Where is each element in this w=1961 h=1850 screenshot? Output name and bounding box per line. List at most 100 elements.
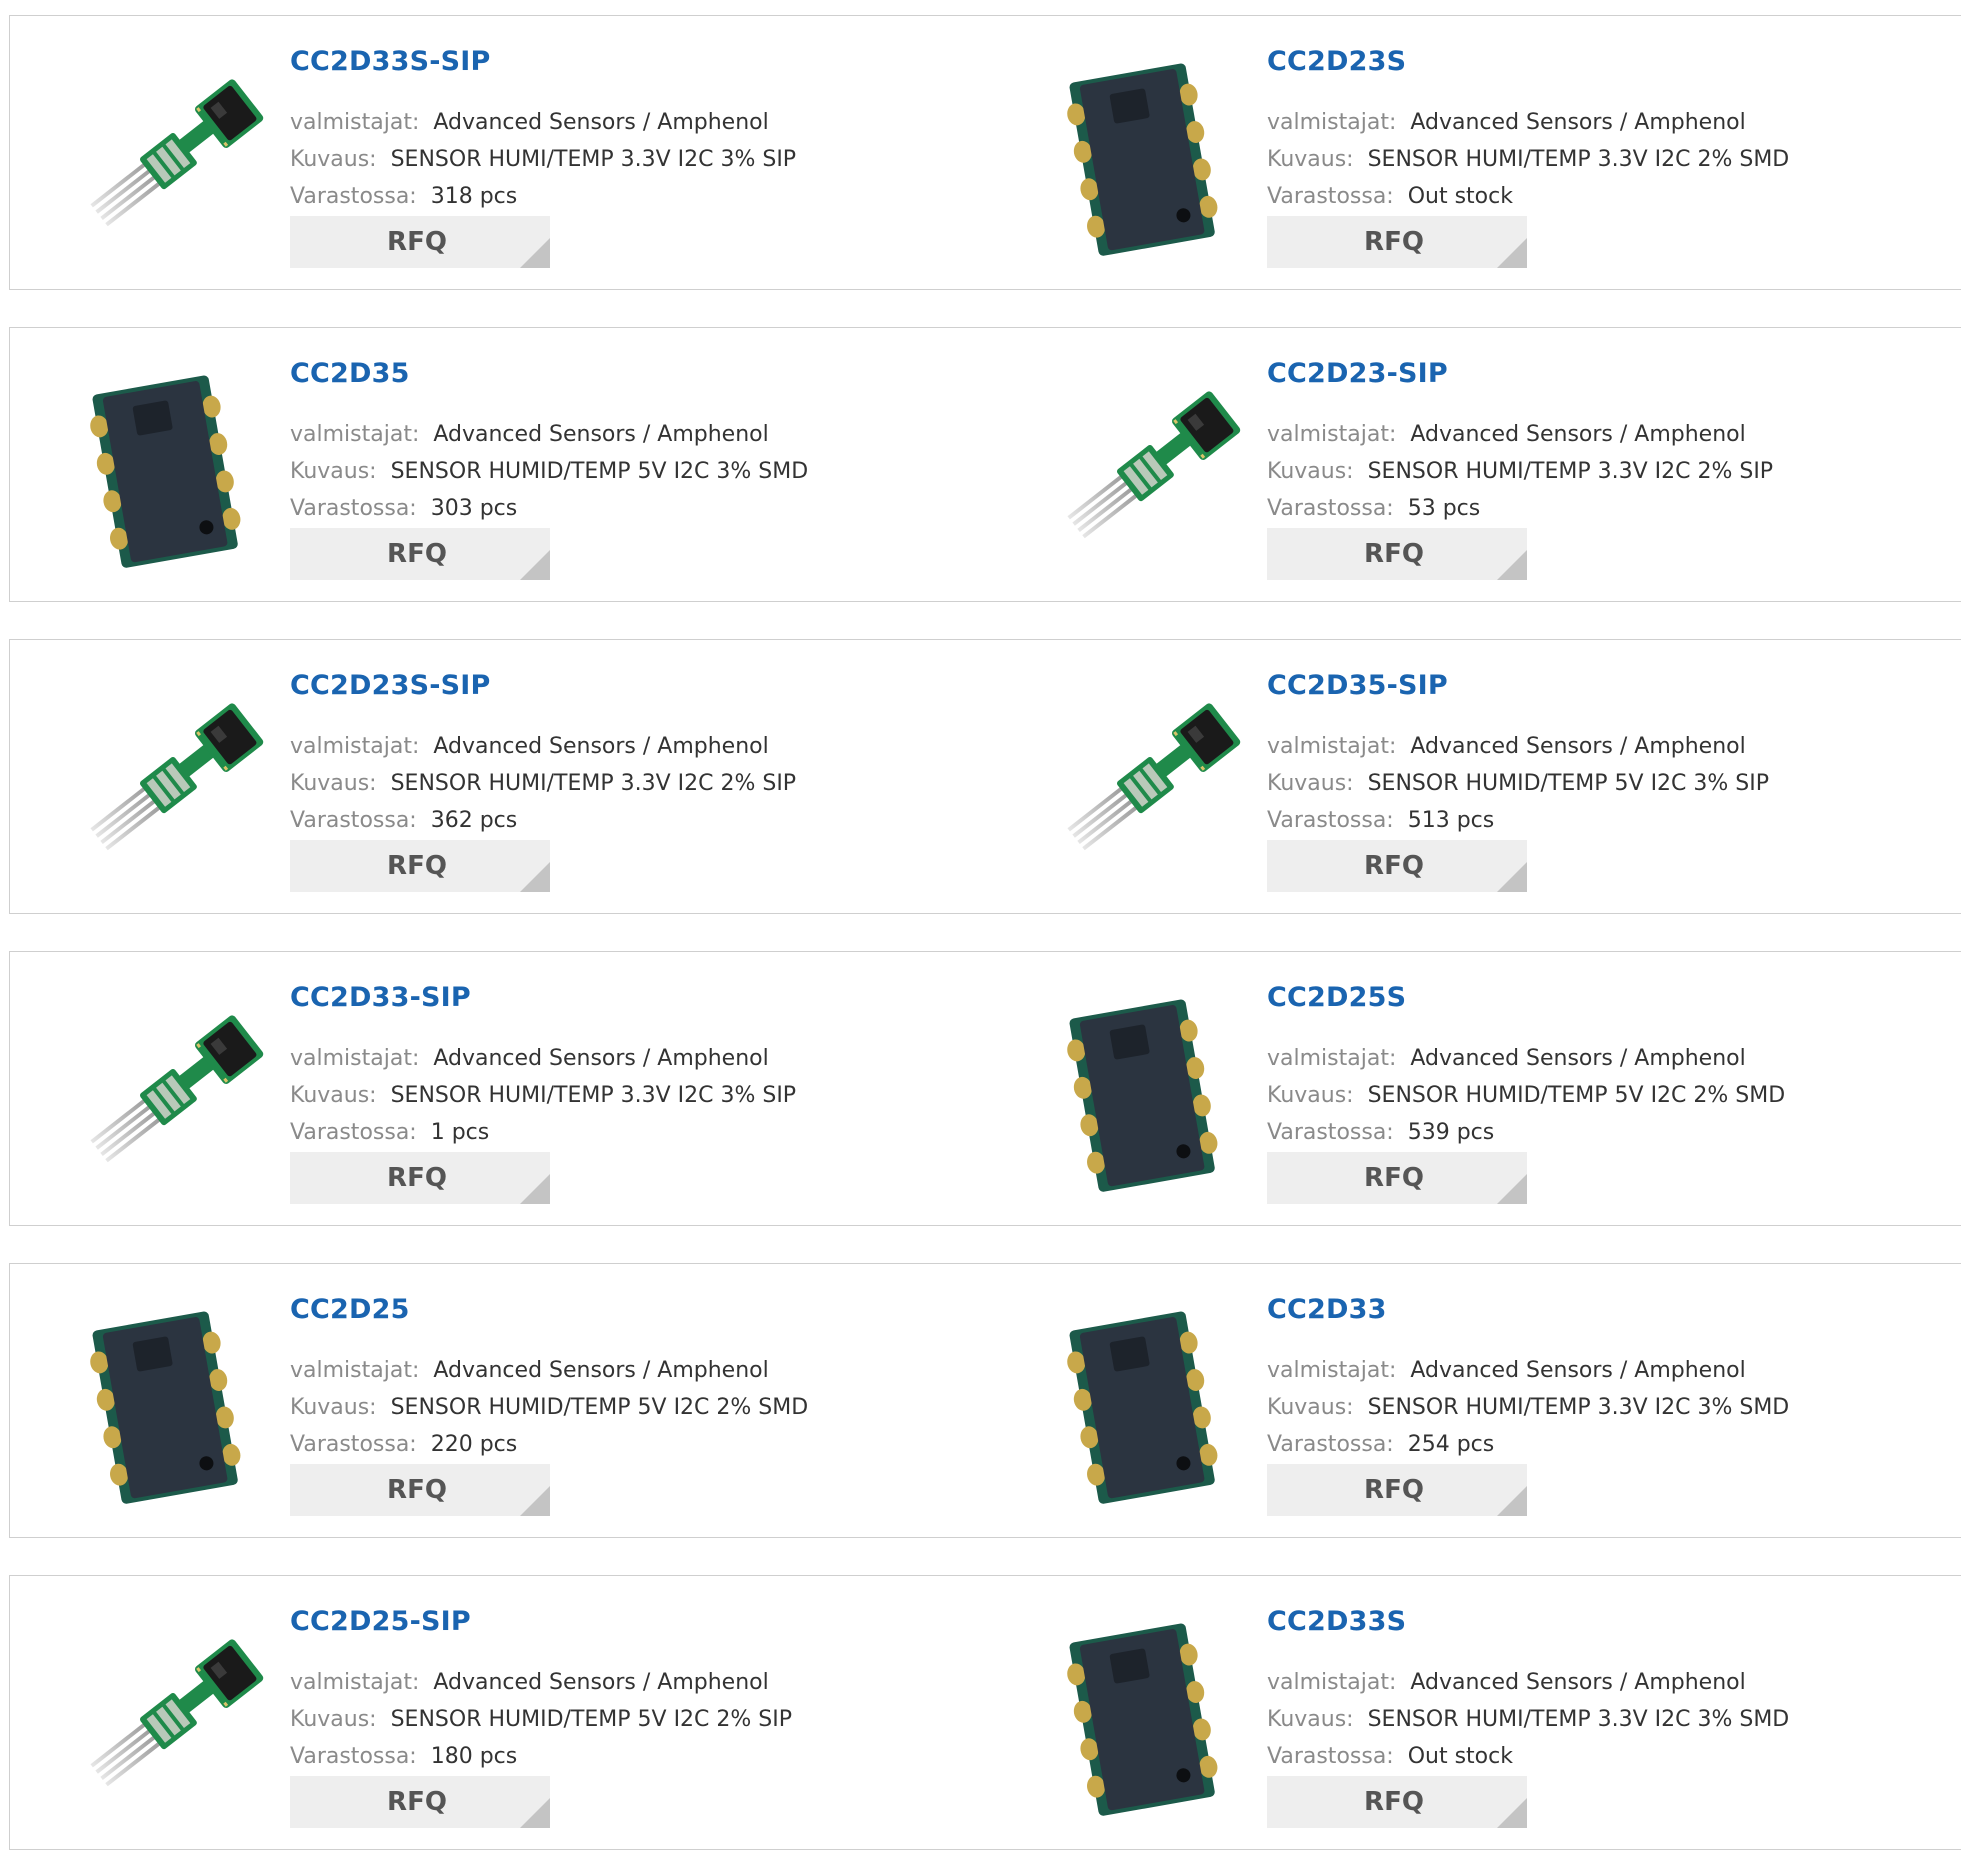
product-card: CC2D23S-SIP valmistajat: Advanced Sensors… xyxy=(9,639,989,914)
rfq-button-label: RFQ xyxy=(387,539,447,569)
manufacturer-value: Advanced Sensors / Amphenol xyxy=(1410,110,1746,135)
manufacturer-value: Advanced Sensors / Amphenol xyxy=(1410,422,1746,447)
manufacturer-row: valmistajat: Advanced Sensors / Amphenol xyxy=(290,422,769,447)
description-row: Kuvaus: SENSOR HUMI/TEMP 3.3V I2C 2% SMD xyxy=(1267,147,1789,172)
manufacturer-value: Advanced Sensors / Amphenol xyxy=(433,1046,769,1071)
stock-value: 318 pcs xyxy=(430,184,518,209)
rfq-button-label: RFQ xyxy=(387,227,447,257)
rfq-button[interactable]: RFQ xyxy=(1267,528,1527,580)
rfq-button[interactable]: RFQ xyxy=(290,528,550,580)
description-label: Kuvaus: xyxy=(290,1083,377,1108)
stock-row: Varastossa: 513 pcs xyxy=(1267,808,1494,833)
description-label: Kuvaus: xyxy=(1267,1707,1354,1732)
rfq-corner-triangle xyxy=(520,1798,550,1828)
product-title-link[interactable]: CC2D25-SIP xyxy=(290,1606,471,1637)
description-value: SENSOR HUMID/TEMP 5V I2C 2% SMD xyxy=(390,1395,809,1420)
stock-value: Out stock xyxy=(1407,184,1513,209)
rfq-button[interactable]: RFQ xyxy=(1267,840,1527,892)
rfq-button[interactable]: RFQ xyxy=(1267,1776,1527,1828)
description-value: SENSOR HUMI/TEMP 3.3V I2C 2% SIP xyxy=(1367,459,1774,484)
product-title-link[interactable]: CC2D35-SIP xyxy=(1267,670,1448,701)
rfq-button-label: RFQ xyxy=(387,1787,447,1817)
rfq-button-label: RFQ xyxy=(1364,1787,1424,1817)
stock-label: Varastossa: xyxy=(1267,1432,1394,1457)
manufacturer-value: Advanced Sensors / Amphenol xyxy=(433,1670,769,1695)
stock-label: Varastossa: xyxy=(290,1120,417,1145)
product-title-link[interactable]: CC2D33S xyxy=(1267,1606,1406,1637)
product-card: CC2D35 valmistajat: Advanced Sensors / Am… xyxy=(9,327,989,602)
stock-row: Varastossa: 254 pcs xyxy=(1267,1432,1494,1457)
product-title-link[interactable]: CC2D25S xyxy=(1267,982,1406,1013)
product-card: CC2D25-SIP valmistajat: Advanced Sensors … xyxy=(9,1575,989,1850)
stock-value: 1 pcs xyxy=(430,1120,490,1145)
description-row: Kuvaus: SENSOR HUMID/TEMP 5V I2C 2% SMD xyxy=(1267,1083,1785,1108)
manufacturer-label: valmistajat: xyxy=(1267,1358,1397,1383)
stock-label: Varastossa: xyxy=(1267,496,1394,521)
rfq-button[interactable]: RFQ xyxy=(1267,1464,1527,1516)
product-title-link[interactable]: CC2D23-SIP xyxy=(1267,358,1448,389)
rfq-corner-triangle xyxy=(520,238,550,268)
rfq-button[interactable]: RFQ xyxy=(290,216,550,268)
product-title-link[interactable]: CC2D35 xyxy=(290,358,410,389)
manufacturer-label: valmistajat: xyxy=(1267,422,1397,447)
smd-sensor-image[interactable] xyxy=(58,1302,268,1512)
manufacturer-row: valmistajat: Advanced Sensors / Amphenol xyxy=(1267,422,1746,447)
stock-value: 362 pcs xyxy=(430,808,518,833)
manufacturer-row: valmistajat: Advanced Sensors / Amphenol xyxy=(290,110,769,135)
rfq-corner-triangle xyxy=(520,1486,550,1516)
stock-value: Out stock xyxy=(1407,1744,1513,1769)
rfq-button[interactable]: RFQ xyxy=(290,1776,550,1828)
stock-value: 220 pcs xyxy=(430,1432,518,1457)
product-card: CC2D23-SIP valmistajat: Advanced Sensors … xyxy=(987,327,1961,602)
manufacturer-label: valmistajat: xyxy=(1267,734,1397,759)
sip-sensor-image[interactable] xyxy=(58,990,268,1200)
stock-label: Varastossa: xyxy=(1267,808,1394,833)
stock-value: 254 pcs xyxy=(1407,1432,1495,1457)
product-title-link[interactable]: CC2D33 xyxy=(1267,1294,1387,1325)
product-title-link[interactable]: CC2D25 xyxy=(290,1294,410,1325)
manufacturer-label: valmistajat: xyxy=(290,1358,420,1383)
sip-sensor-image[interactable] xyxy=(1035,678,1245,888)
rfq-button[interactable]: RFQ xyxy=(1267,1152,1527,1204)
rfq-button-label: RFQ xyxy=(1364,1163,1424,1193)
stock-value: 513 pcs xyxy=(1407,808,1495,833)
rfq-corner-triangle xyxy=(1497,238,1527,268)
description-label: Kuvaus: xyxy=(290,771,377,796)
manufacturer-value: Advanced Sensors / Amphenol xyxy=(1410,1358,1746,1383)
description-row: Kuvaus: SENSOR HUMID/TEMP 5V I2C 3% SIP xyxy=(1267,771,1769,796)
rfq-button[interactable]: RFQ xyxy=(290,1152,550,1204)
description-value: SENSOR HUMI/TEMP 3.3V I2C 3% SIP xyxy=(390,147,797,172)
manufacturer-value: Advanced Sensors / Amphenol xyxy=(1410,734,1746,759)
rfq-button[interactable]: RFQ xyxy=(290,1464,550,1516)
rfq-button-label: RFQ xyxy=(1364,851,1424,881)
sip-sensor-image[interactable] xyxy=(58,54,268,264)
manufacturer-value: Advanced Sensors / Amphenol xyxy=(433,734,769,759)
smd-sensor-image[interactable] xyxy=(1035,990,1245,1200)
description-label: Kuvaus: xyxy=(1267,1395,1354,1420)
product-title-link[interactable]: CC2D23S xyxy=(1267,46,1406,77)
description-row: Kuvaus: SENSOR HUMI/TEMP 3.3V I2C 3% SIP xyxy=(290,1083,796,1108)
sip-sensor-image[interactable] xyxy=(58,678,268,888)
sip-sensor-image[interactable] xyxy=(1035,366,1245,576)
smd-sensor-image[interactable] xyxy=(1035,1302,1245,1512)
manufacturer-label: valmistajat: xyxy=(290,734,420,759)
description-value: SENSOR HUMI/TEMP 3.3V I2C 3% SMD xyxy=(1367,1395,1790,1420)
rfq-button-label: RFQ xyxy=(387,1163,447,1193)
smd-sensor-image[interactable] xyxy=(1035,1614,1245,1824)
manufacturer-row: valmistajat: Advanced Sensors / Amphenol xyxy=(290,734,769,759)
description-row: Kuvaus: SENSOR HUMI/TEMP 3.3V I2C 3% SMD xyxy=(1267,1707,1789,1732)
rfq-button[interactable]: RFQ xyxy=(290,840,550,892)
manufacturer-row: valmistajat: Advanced Sensors / Amphenol xyxy=(1267,1358,1746,1383)
sip-sensor-image[interactable] xyxy=(58,1614,268,1824)
description-value: SENSOR HUMID/TEMP 5V I2C 2% SMD xyxy=(1367,1083,1786,1108)
product-title-link[interactable]: CC2D33-SIP xyxy=(290,982,471,1013)
rfq-button[interactable]: RFQ xyxy=(1267,216,1527,268)
rfq-corner-triangle xyxy=(1497,550,1527,580)
product-title-link[interactable]: CC2D33S-SIP xyxy=(290,46,491,77)
product-card: CC2D33S valmistajat: Advanced Sensors / A… xyxy=(987,1575,1961,1850)
smd-sensor-image[interactable] xyxy=(58,366,268,576)
product-title-link[interactable]: CC2D23S-SIP xyxy=(290,670,491,701)
manufacturer-value: Advanced Sensors / Amphenol xyxy=(433,422,769,447)
smd-sensor-image[interactable] xyxy=(1035,54,1245,264)
manufacturer-value: Advanced Sensors / Amphenol xyxy=(1410,1670,1746,1695)
